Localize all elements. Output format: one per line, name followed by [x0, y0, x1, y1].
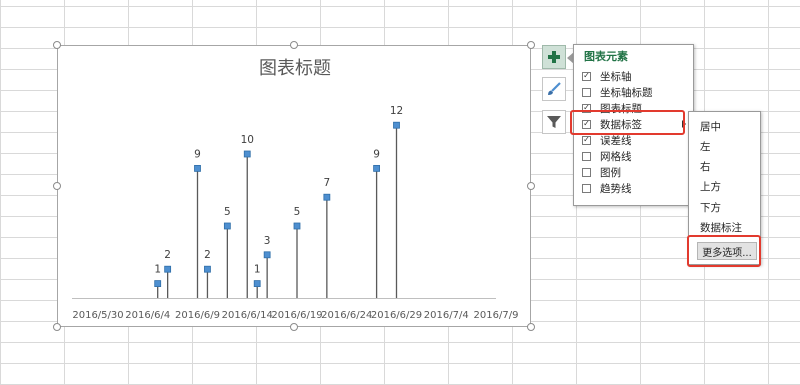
element-trendline[interactable]: 趋势线 [582, 180, 686, 196]
label-position-right[interactable]: 右 [700, 157, 711, 175]
checkbox[interactable] [582, 183, 591, 193]
element-label: 趋势线 [600, 182, 632, 195]
label-position-center[interactable]: 居中 [700, 117, 721, 135]
resize-handle-top[interactable] [290, 41, 298, 49]
highlight-more-options [687, 235, 761, 267]
resize-handle-bottom[interactable] [290, 323, 298, 331]
checkbox[interactable] [582, 151, 591, 161]
resize-handle-top-left[interactable] [53, 41, 61, 49]
checkbox[interactable]: ✓ [582, 135, 591, 145]
element-label: 网格线 [600, 150, 632, 163]
resize-handle-right[interactable] [527, 182, 535, 190]
chart-area[interactable] [57, 45, 531, 327]
chart-styles-button[interactable] [542, 77, 566, 101]
resize-handle-bottom-left[interactable] [53, 323, 61, 331]
resize-handle-left[interactable] [53, 182, 61, 190]
element-gridlines[interactable]: 网格线 [582, 148, 686, 164]
plus-icon [548, 51, 560, 63]
resize-handle-bottom-right[interactable] [527, 323, 535, 331]
label-position-above[interactable]: 上方 [700, 177, 721, 195]
highlight-data-labels [570, 110, 685, 135]
label-data-callout[interactable]: 数据标注 [700, 218, 742, 236]
element-label: 坐标轴 [600, 70, 632, 83]
chart-filters-button[interactable] [542, 110, 566, 134]
panel-title: 图表元素 [584, 50, 628, 63]
element-label: 图例 [600, 166, 621, 179]
funnel-icon [547, 116, 561, 128]
chart-title[interactable]: 图表标题 [0, 54, 590, 80]
checkbox[interactable]: ✓ [582, 71, 591, 81]
label-position-left[interactable]: 左 [700, 137, 711, 155]
checkbox[interactable] [582, 167, 591, 177]
checkbox[interactable] [582, 87, 591, 97]
label-position-below[interactable]: 下方 [700, 198, 721, 216]
element-label: 坐标轴标题 [600, 86, 653, 99]
chart-elements-button[interactable] [542, 45, 566, 69]
element-axes[interactable]: ✓ 坐标轴 [582, 68, 686, 84]
element-axis-titles[interactable]: 坐标轴标题 [582, 84, 686, 100]
element-legend[interactable]: 图例 [582, 164, 686, 180]
resize-handle-top-right[interactable] [527, 41, 535, 49]
brush-icon [548, 82, 561, 95]
